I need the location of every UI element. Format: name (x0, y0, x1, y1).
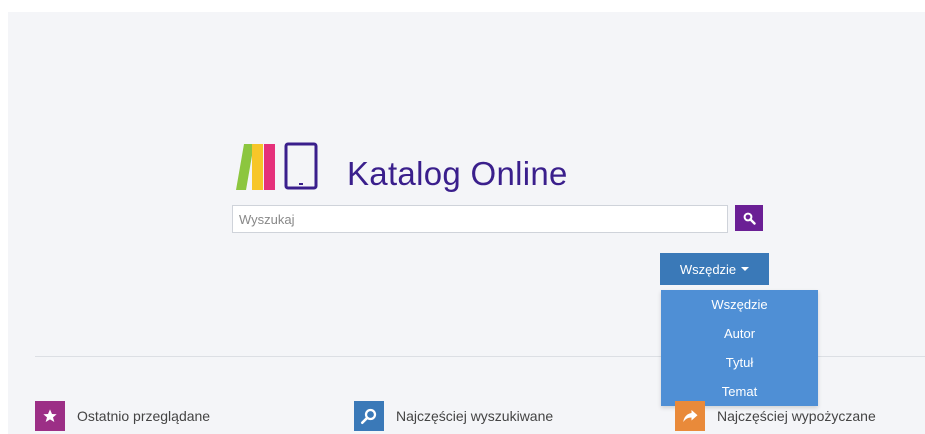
scope-option-title[interactable]: Tytuł (661, 348, 818, 377)
scope-dropdown-menu: Wszędzie Autor Tytuł Temat (661, 290, 818, 406)
scope-selected-label: Wszędzie (679, 261, 737, 277)
search-input[interactable] (232, 205, 728, 233)
search-button[interactable] (735, 205, 763, 231)
site-title: Katalog Online (347, 155, 568, 192)
catalog-logo (236, 142, 318, 190)
search-scope-dropdown[interactable]: Wszędzie (660, 253, 769, 285)
scope-option-author[interactable]: Autor (661, 319, 818, 348)
scope-option-everywhere[interactable]: Wszędzie (661, 290, 818, 319)
bottom-link-label: Ostatnio przeglądane (77, 408, 211, 424)
most-borrowed-link[interactable]: Najczęściej wypożyczane (675, 400, 876, 432)
recently-viewed-link[interactable]: Ostatnio przeglądane (35, 400, 210, 432)
most-searched-link[interactable]: Najczęściej wyszukiwane (354, 400, 553, 432)
search-icon (743, 212, 756, 225)
bottom-link-label: Najczęściej wypożyczane (717, 408, 876, 424)
share-arrow-icon (675, 401, 705, 431)
caret-down-icon (741, 267, 750, 271)
bottom-link-label: Najczęściej wyszukiwane (396, 408, 554, 424)
star-icon (35, 401, 65, 431)
search-icon (354, 401, 384, 431)
